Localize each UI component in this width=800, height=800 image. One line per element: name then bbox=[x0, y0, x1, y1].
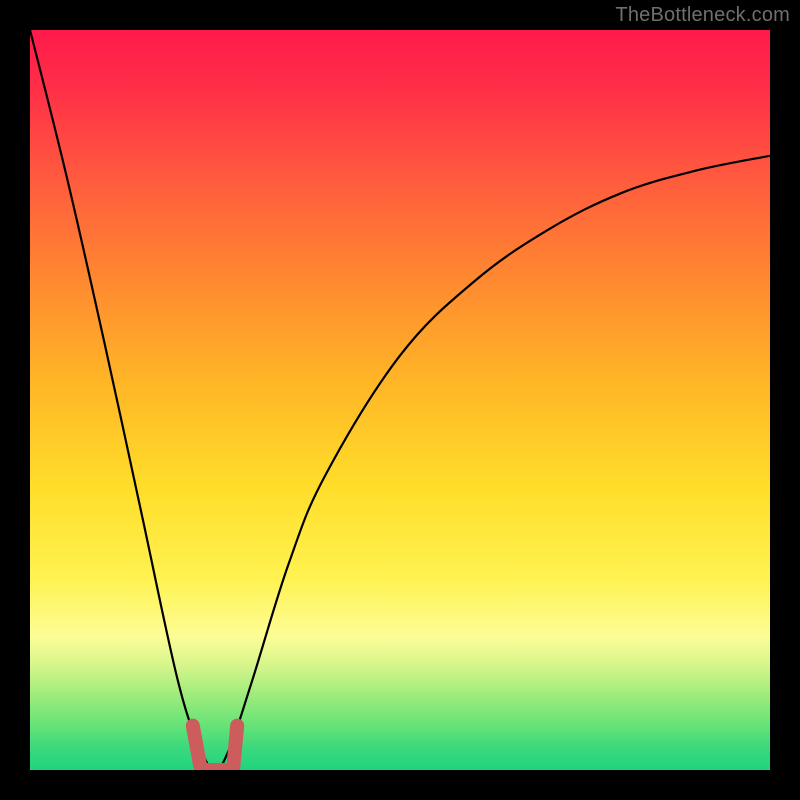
chart-frame: TheBottleneck.com bbox=[0, 0, 800, 800]
watermark-text: TheBottleneck.com bbox=[615, 4, 790, 27]
bottleneck-curve bbox=[30, 30, 770, 770]
curve-highlight bbox=[193, 726, 237, 770]
plot-area bbox=[30, 30, 770, 770]
curve-svg bbox=[30, 30, 770, 770]
